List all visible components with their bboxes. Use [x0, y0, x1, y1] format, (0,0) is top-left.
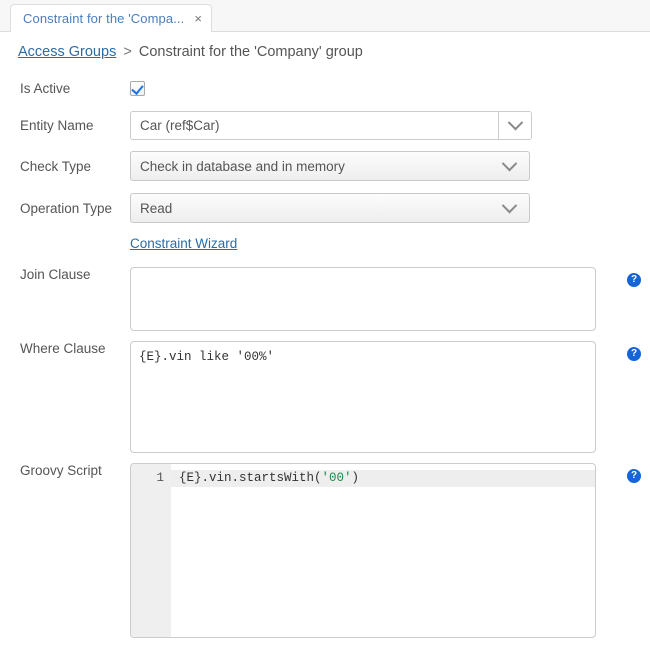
spacer: [0, 257, 650, 267]
where-clause-textarea[interactable]: {E}.vin like '00%': [130, 341, 596, 453]
help-icon-where-clause[interactable]: ?: [627, 347, 641, 361]
check-type-select[interactable]: Check in database and in memory: [130, 151, 530, 181]
field-row-groovy-script: Groovy Script 1 {E}.vin.startsWith('00')…: [0, 463, 650, 638]
chevron-down-icon: [502, 198, 518, 214]
help-icon-groovy-script[interactable]: ?: [627, 469, 641, 483]
join-clause-wrapper: [130, 267, 596, 331]
is-active-checkbox[interactable]: [130, 81, 145, 96]
join-clause-textarea[interactable]: [130, 267, 596, 331]
breadcrumb-current: Constraint for the 'Company' group: [139, 44, 363, 60]
breadcrumb-separator: >: [123, 44, 131, 60]
code-token-string: '00': [322, 471, 352, 485]
constraint-wizard-link[interactable]: Constraint Wizard: [130, 236, 237, 251]
breadcrumb-link-access-groups[interactable]: Access Groups: [18, 44, 116, 60]
tab-label: Constraint for the 'Compa...: [23, 11, 184, 26]
label-groovy-script: Groovy Script: [0, 463, 130, 478]
groovy-script-editor[interactable]: 1 {E}.vin.startsWith('00'): [130, 463, 596, 638]
code-token-prefix: {E}.vin.startsWith(: [179, 471, 322, 485]
spacer: [0, 453, 650, 463]
operation-type-select[interactable]: Read: [130, 193, 530, 223]
tab-constraint[interactable]: Constraint for the 'Compa... ×: [10, 4, 212, 32]
constraint-form: Is Active Entity Name Car (ref$Car) Chec…: [0, 72, 650, 638]
field-row-constraint-wizard: Constraint Wizard: [0, 229, 650, 257]
editor-code-area[interactable]: {E}.vin.startsWith('00'): [171, 464, 595, 637]
breadcrumb: Access Groups > Constraint for the 'Comp…: [18, 44, 363, 60]
label-check-type: Check Type: [0, 159, 130, 174]
field-row-entity-name: Entity Name Car (ref$Car): [0, 105, 650, 145]
field-row-operation-type: Operation Type Read: [0, 187, 650, 229]
operation-type-value: Read: [140, 201, 172, 216]
entity-name-dropdown-button[interactable]: [498, 112, 531, 139]
entity-name-lookup[interactable]: Car (ref$Car): [130, 111, 532, 140]
field-row-join-clause: Join Clause ?: [0, 267, 650, 331]
spacer: [0, 331, 650, 341]
label-join-clause: Join Clause: [0, 267, 130, 282]
field-row-is-active: Is Active: [0, 72, 650, 105]
chevron-down-icon: [507, 114, 523, 130]
code-line-1: {E}.vin.startsWith('00'): [171, 470, 595, 487]
code-token-suffix: ): [352, 471, 360, 485]
groovy-script-wrapper: 1 {E}.vin.startsWith('00'): [130, 463, 596, 638]
chevron-down-icon: [502, 156, 518, 172]
label-is-active: Is Active: [0, 81, 130, 96]
entity-name-value[interactable]: Car (ref$Car): [131, 112, 498, 139]
field-row-check-type: Check Type Check in database and in memo…: [0, 145, 650, 187]
label-operation-type: Operation Type: [0, 201, 130, 216]
label-entity-name: Entity Name: [0, 118, 130, 133]
help-icon-join-clause[interactable]: ?: [627, 273, 641, 287]
where-clause-wrapper: {E}.vin like '00%': [130, 341, 596, 453]
close-icon[interactable]: ×: [194, 12, 202, 25]
check-type-value: Check in database and in memory: [140, 159, 345, 174]
field-row-where-clause: Where Clause {E}.vin like '00%' ?: [0, 341, 650, 453]
editor-gutter: 1: [131, 464, 171, 637]
tab-strip: Constraint for the 'Compa... ×: [0, 0, 650, 32]
label-where-clause: Where Clause: [0, 341, 130, 356]
